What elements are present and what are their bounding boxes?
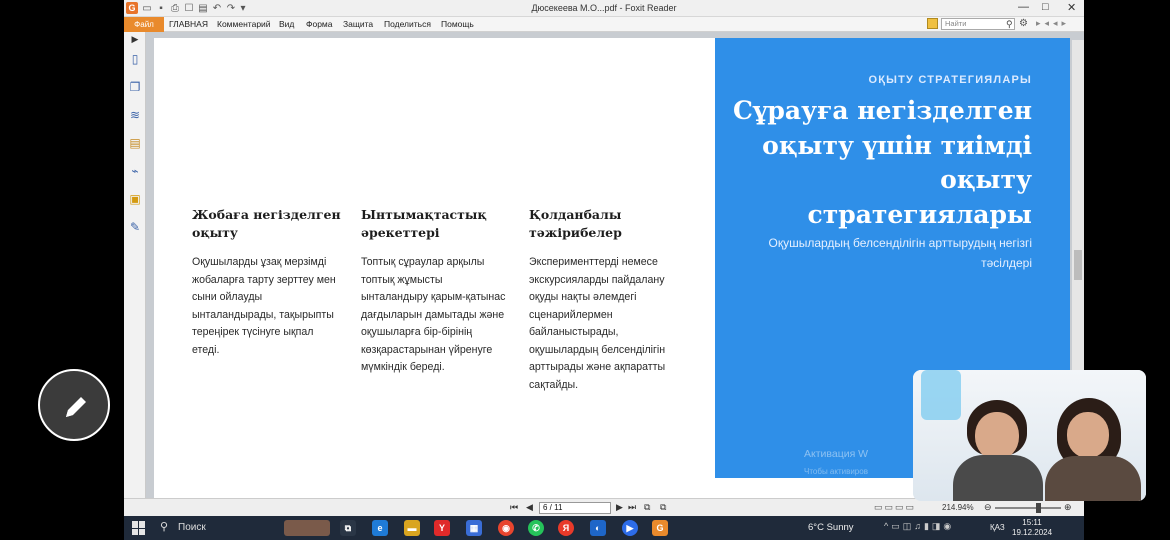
search-icon[interactable]: ⚲ <box>160 520 168 533</box>
prev-page-button[interactable]: ◀ <box>526 502 533 513</box>
menu-view[interactable]: Вид <box>279 19 294 29</box>
zoom-in-icon[interactable]: ⊕ <box>1064 502 1072 513</box>
search-input[interactable]: Найти <box>941 18 1015 30</box>
minimize-button[interactable]: — <box>1018 1 1029 13</box>
weather-widget[interactable]: 6°C Sunny <box>808 522 854 533</box>
column-text: Оқушыларды ұзақ мерзімді жобаларға тарту… <box>192 256 336 356</box>
next-page-button[interactable]: ▶ <box>616 502 623 513</box>
continuous-view-icon[interactable]: ⧉ <box>660 502 666 513</box>
participant-right <box>1041 398 1141 501</box>
page-margin <box>715 478 753 498</box>
chrome-icon[interactable]: ◉ <box>498 520 514 536</box>
menu-comment[interactable]: Комментарий <box>217 19 271 29</box>
activation-line: "Параметры". <box>804 479 855 488</box>
taskbar-search[interactable]: Поиск <box>178 522 206 533</box>
menu-form[interactable]: Форма <box>306 19 333 29</box>
windows-activation-hint: Чтобы активиров "Параметры". <box>804 466 868 490</box>
taskbar-widget-icon[interactable] <box>284 520 330 536</box>
zoom-level[interactable]: 214.94% <box>942 503 974 512</box>
first-page-button[interactable]: ⏮ <box>510 502 518 513</box>
nav-arrows-icon[interactable]: ▸◂◂▸ <box>1036 18 1070 29</box>
foxit-taskbar-icon[interactable]: G <box>652 520 668 536</box>
menu-file[interactable]: Файл <box>124 17 164 32</box>
pages-icon[interactable]: ❐ <box>128 80 142 94</box>
activation-line: Чтобы активиров <box>804 467 868 476</box>
column-collaborative: Ынтымақтастық әрекеттері Топтық сұраулар… <box>361 206 511 377</box>
sidebar-expand-icon[interactable]: ▶ <box>128 32 142 46</box>
find-icon[interactable] <box>927 18 938 29</box>
system-tray-icons[interactable]: ^▭◫♫▮◨◉ <box>884 521 954 532</box>
last-page-button[interactable]: ⏭ <box>628 502 636 513</box>
task-view-icon[interactable]: ⧉ <box>340 520 356 536</box>
outlook-icon[interactable]: ◐ <box>590 520 606 536</box>
ribbon-menu: Файл ГЛАВНАЯ Комментарий Вид Форма Защит… <box>124 17 1084 32</box>
whatsapp-icon[interactable]: ✆ <box>528 520 544 536</box>
participant-left <box>953 400 1043 501</box>
attachment-icon[interactable]: ⌁ <box>128 164 142 178</box>
zoom-out-icon[interactable]: ⊖ <box>984 502 992 513</box>
column-title: Жобаға негізделген оқыту <box>192 207 341 240</box>
clock-time: 15:11 <box>1022 518 1042 527</box>
column-project-based: Жобаға негізделген оқыту Оқушыларды ұзақ… <box>192 206 342 359</box>
gear-icon[interactable]: ⚙ <box>1019 18 1028 29</box>
scrollbar-thumb[interactable] <box>1074 250 1082 280</box>
edge-icon[interactable]: e <box>372 520 388 536</box>
windows-activation-watermark: Активация W <box>804 448 869 460</box>
signature-icon[interactable]: ✎ <box>128 220 142 234</box>
menu-protect[interactable]: Защита <box>343 19 373 29</box>
title-bar: G ▭ ▪ ⎙ ☐ ▤ ↶ ↷ ▾ Дюсекеева М.О...pdf - … <box>124 0 1084 17</box>
column-title: Қолданбалы тәжірибелер <box>529 207 622 240</box>
column-text: Эксперименттерді немесе экскурсияларды п… <box>529 256 666 391</box>
window-title: Дюсекеева М.О...pdf - Foxit Reader <box>531 3 677 13</box>
page-number-input[interactable]: 6 / 11 <box>539 502 611 514</box>
zoom-slider[interactable] <box>995 507 1061 509</box>
windows-taskbar: ⚲ Поиск ⧉ e ▬ Y ▦ ◉ ✆ Я ◐ ▶ G 6°C Sunny … <box>124 516 1084 540</box>
annotate-pen-button[interactable] <box>38 369 110 441</box>
title-line: стратегиялары <box>807 199 1033 229</box>
comments-icon[interactable]: ▤ <box>128 136 142 150</box>
zoom-slider-handle[interactable] <box>1036 503 1041 513</box>
menu-share[interactable]: Поделиться <box>384 19 431 29</box>
webcam-video <box>913 370 1146 501</box>
taskbar-clock[interactable]: 15:11 19.12.2024 <box>1012 518 1052 538</box>
column-text: Топтық сұраулар арқылы топтық жұмысты ын… <box>361 256 506 373</box>
column-applied: Қолданбалы тәжірибелер Эксперименттерді … <box>529 206 679 394</box>
yandex-icon[interactable]: Я <box>558 520 574 536</box>
facing-view-icon[interactable]: ⧉ <box>644 502 650 513</box>
yandex-browser-icon[interactable]: Y <box>434 520 450 536</box>
zoom-app-icon[interactable]: ▶ <box>622 520 638 536</box>
page-subtitle: Оқушылардың белсенділігін арттырудың нег… <box>768 236 1032 270</box>
clock-date: 19.12.2024 <box>1012 528 1053 537</box>
section-tag: ОҚЫТУ СТРАТЕГИЯЛАРЫ <box>868 74 1032 86</box>
file-explorer-icon[interactable]: ▬ <box>404 520 420 536</box>
windows-start-icon[interactable] <box>132 521 146 535</box>
title-line: Сұрауға негізделген <box>732 96 1032 125</box>
page-title: Сұрауға негізделген оқыту үшін тиімді оқ… <box>712 94 1032 232</box>
title-line: оқыту <box>940 165 1032 194</box>
menu-home[interactable]: ГЛАВНАЯ <box>169 19 208 29</box>
menu-help[interactable]: Помощь <box>441 19 474 29</box>
search-icon[interactable]: ⚲ <box>1006 19 1013 30</box>
pencil-icon <box>66 397 86 417</box>
bookmark-icon[interactable]: ▯ <box>128 52 142 66</box>
layers-icon[interactable]: ≋ <box>128 108 142 122</box>
store-icon[interactable]: ▦ <box>466 520 482 536</box>
close-button[interactable]: ✕ <box>1067 1 1076 14</box>
maximize-button[interactable]: □ <box>1042 1 1049 13</box>
column-title: Ынтымақтастық әрекеттері <box>361 207 487 240</box>
title-line: оқыту үшін тиімді <box>762 130 1032 160</box>
language-indicator[interactable]: ҚАЗ <box>990 523 1005 532</box>
layout-view-icons[interactable]: ▭▭▭▭ <box>874 502 916 513</box>
left-sidebar: ▶ ▯ ❐ ≋ ▤ ⌁ ▣ ✎ <box>124 32 146 498</box>
lock-icon[interactable]: ▣ <box>128 192 142 206</box>
